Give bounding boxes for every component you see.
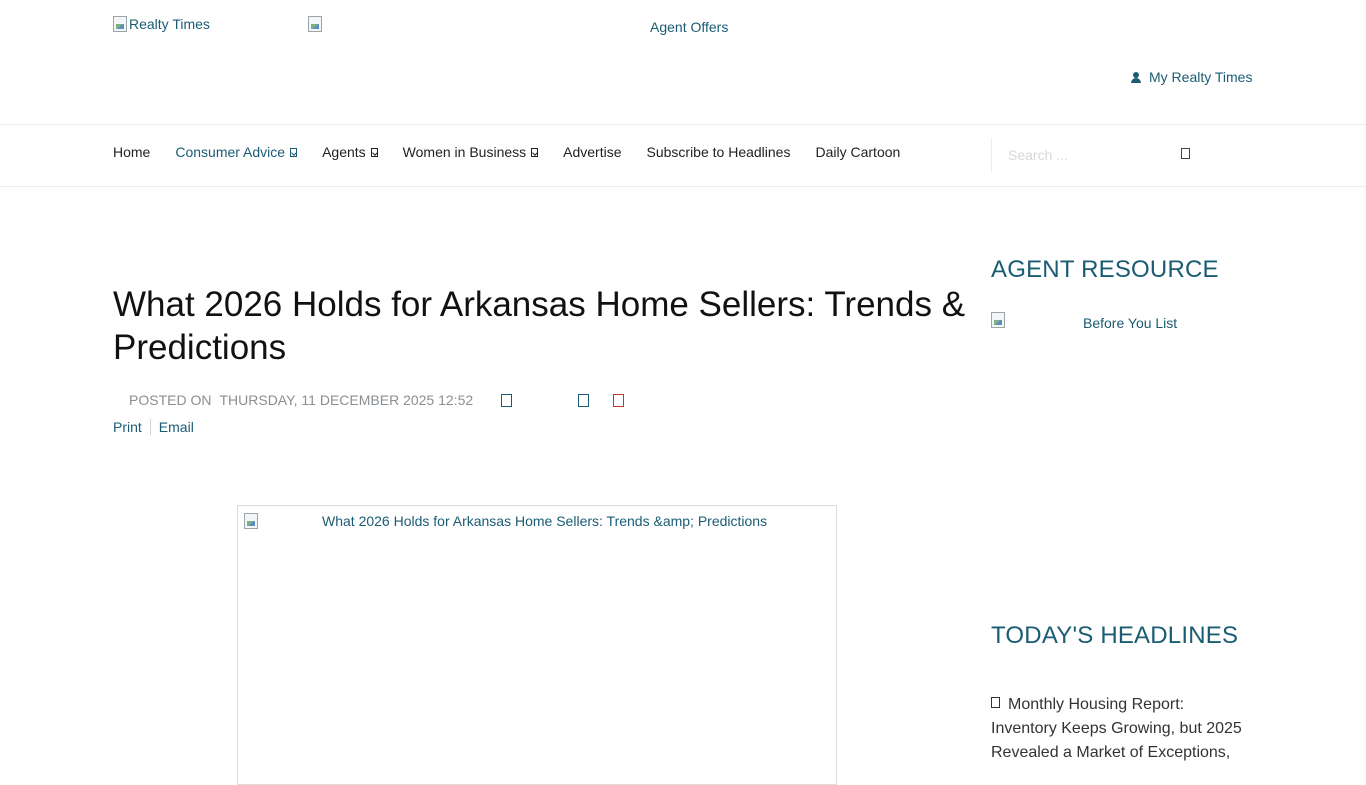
headline-text: Monthly Housing Report: Inventory Keeps … [991, 696, 1242, 761]
post-meta: Posted on Thursday, 11 December 2025 12:… [129, 392, 473, 408]
article-image: What 2026 Holds for Arkansas Home Seller… [237, 505, 837, 785]
share-icon[interactable] [501, 394, 512, 407]
article-image-alt: What 2026 Holds for Arkansas Home Seller… [322, 513, 768, 529]
headline-item[interactable]: Monthly Housing Report: Inventory Keeps … [991, 693, 1251, 765]
nav-item-label: Advertise [563, 144, 622, 160]
user-icon [1131, 71, 1141, 83]
site-logo[interactable]: Realty Times [113, 16, 210, 32]
nav-divider [0, 186, 1366, 187]
search-icon[interactable] [1181, 148, 1190, 159]
facebook-icon[interactable] [578, 394, 589, 407]
document-icon [991, 697, 1000, 708]
header-banner[interactable] [308, 16, 324, 32]
nav-item-label: Home [113, 144, 151, 160]
nav-item-label: Consumer Advice [175, 144, 286, 160]
nav-item-agents[interactable]: Agents [322, 144, 378, 160]
header-divider [0, 124, 1366, 125]
nav-item-consumer-advice[interactable]: Consumer Advice [175, 144, 298, 160]
nav-item-label: Women in Business [402, 144, 527, 160]
email-link[interactable]: Email [159, 419, 194, 435]
pinterest-icon[interactable] [613, 394, 624, 407]
before-you-list-banner[interactable]: Before You List [991, 312, 1177, 331]
print-link[interactable]: Print [113, 419, 142, 435]
article-actions: Print Email [113, 419, 194, 435]
search-box [991, 138, 1202, 172]
nav-item-women-in-business[interactable]: Women in Business [402, 144, 539, 160]
article-title: What 2026 Holds for Arkansas Home Seller… [113, 285, 966, 367]
my-realty-times-label: My Realty Times [1149, 69, 1253, 85]
nav-item-subscribe-to-headlines[interactable]: Subscribe to Headlines [647, 144, 791, 160]
broken-image-icon [308, 16, 322, 32]
my-realty-times-link[interactable]: My Realty Times [1131, 69, 1252, 85]
broken-image-icon [113, 16, 127, 32]
nav-item-label: Subscribe to Headlines [646, 144, 791, 160]
logo-alt-text: Realty Times [129, 16, 210, 32]
agent-resource-heading: Agent Resource [991, 256, 1219, 283]
broken-image-icon [244, 513, 258, 529]
nav-item-label: Daily Cartoon [815, 144, 901, 160]
actions-separator [149, 419, 151, 435]
nav-item-home[interactable]: Home [113, 144, 150, 160]
chevron-down-icon [370, 147, 378, 157]
before-you-list-alt: Before You List [1083, 315, 1178, 331]
nav-item-daily-cartoon[interactable]: Daily Cartoon [815, 144, 900, 160]
agent-offers-link[interactable]: Agent Offers [650, 19, 728, 35]
posted-label: Posted on [129, 392, 212, 408]
nav-item-label: Agents [322, 144, 366, 160]
broken-image-icon [991, 312, 1005, 328]
chevron-down-icon [290, 147, 298, 157]
chevron-down-icon [531, 147, 539, 157]
search-input[interactable] [1006, 146, 1160, 164]
main-nav: Home Consumer Advice Agents Women in Busine… [113, 144, 925, 160]
nav-item-advertise[interactable]: Advertise [563, 144, 621, 160]
posted-date: Thursday, 11 December 2025 12:52 [219, 392, 474, 408]
todays-headlines-heading: Today's Headlines [991, 622, 1239, 649]
